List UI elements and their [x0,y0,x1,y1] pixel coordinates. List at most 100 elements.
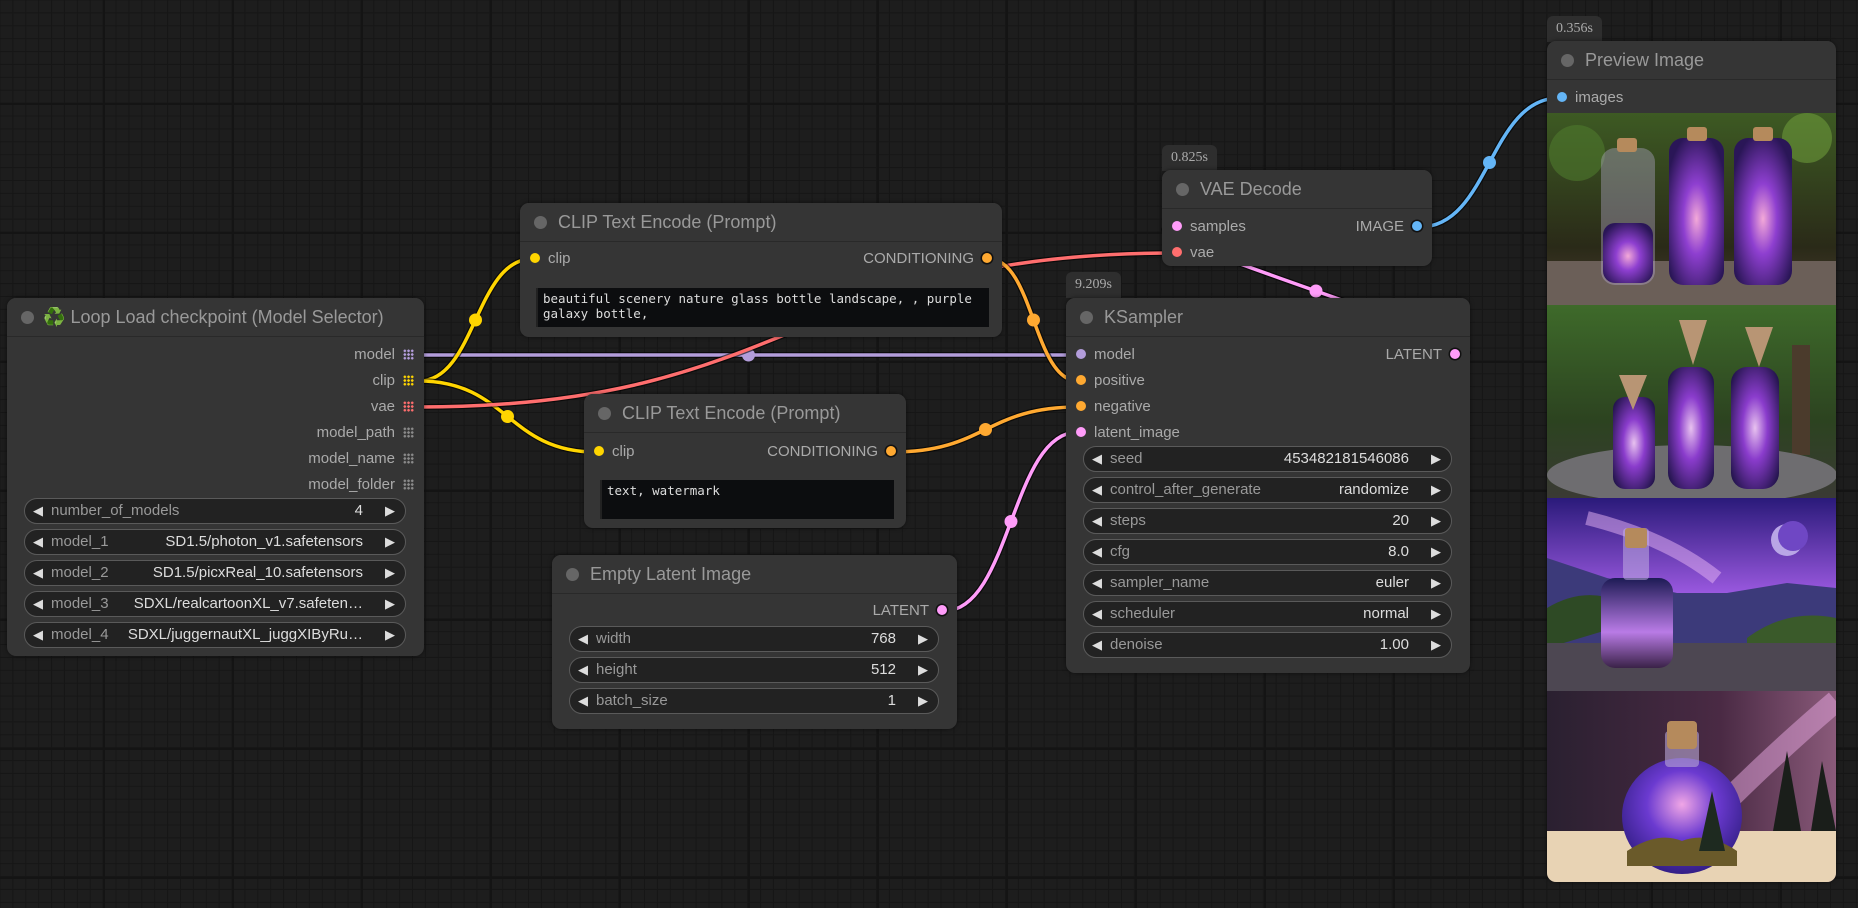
collapse-dot-icon[interactable] [1176,183,1189,196]
link-midpoint-handle[interactable] [469,313,482,327]
link-midpoint-handle[interactable] [1027,313,1040,327]
node-loop-load-checkpoint[interactable]: ♻️ Loop Load checkpoint (Model Selector)… [7,298,424,656]
output-slot-clip[interactable]: clip [372,371,414,391]
widget-number-of-models[interactable]: ◀ number_of_models 4 ▶ [24,498,406,524]
widget-width[interactable]: ◀ width 768 ▶ [569,626,939,652]
decrement-arrow-icon[interactable]: ◀ [1092,633,1102,657]
collapse-dot-icon[interactable] [566,568,579,581]
collapse-dot-icon[interactable] [1561,54,1574,67]
latent-socket-icon[interactable] [1450,349,1460,360]
output-slot-model[interactable]: model [354,345,414,365]
model-socket-icon[interactable] [1076,349,1086,360]
prompt-textarea[interactable]: beautiful scenery nature glass bottle la… [536,288,989,327]
decrement-arrow-icon[interactable]: ◀ [33,592,43,616]
node-title-bar[interactable]: Empty Latent Image [552,555,957,594]
clip-socket-icon[interactable] [530,253,540,264]
node-title-bar[interactable]: Preview Image [1547,41,1836,80]
link-midpoint-handle[interactable] [979,423,992,436]
clip-socket-icon[interactable] [594,446,604,457]
widget-model-4[interactable]: ◀ model_4 SDXL/juggernautXL_juggXIByRu… ▶ [24,622,406,648]
link-midpoint-handle[interactable] [500,409,514,423]
conditioning-socket-icon[interactable] [886,446,896,457]
input-slot-images[interactable]: images [1557,88,1623,108]
decrement-arrow-icon[interactable]: ◀ [1092,540,1102,564]
increment-arrow-icon[interactable]: ▶ [918,627,928,651]
node-clip-text-encode-negative[interactable]: CLIP Text Encode (Prompt) clip CONDITION… [584,394,906,528]
decrement-arrow-icon[interactable]: ◀ [578,658,588,682]
preview-image-2[interactable] [1547,305,1836,498]
link-latent-empty[interactable] [943,429,1079,614]
input-slot-latent-image[interactable]: latent_image [1076,423,1180,443]
widget-model-2[interactable]: ◀ model_2 SD1.5/picxReal_10.safetensors ▶ [24,560,406,586]
input-slot-positive[interactable]: positive [1076,371,1145,391]
latent-image-socket-icon[interactable] [1076,427,1086,438]
preview-image-1[interactable] [1547,113,1836,305]
node-clip-text-encode-positive[interactable]: CLIP Text Encode (Prompt) clip CONDITION… [520,203,1002,337]
output-slot-conditioning[interactable]: CONDITIONING [863,249,992,269]
link-clip-positive[interactable] [418,256,533,384]
output-slot-model-name[interactable]: model_name [308,449,414,469]
node-title-bar[interactable]: CLIP Text Encode (Prompt) [584,394,906,433]
increment-arrow-icon[interactable]: ▶ [918,658,928,682]
grid-socket-icon[interactable] [403,374,414,386]
grid-socket-icon[interactable] [403,478,414,490]
preview-image-3[interactable] [1547,498,1836,691]
grid-socket-icon[interactable] [403,452,414,464]
decrement-arrow-icon[interactable]: ◀ [1092,509,1102,533]
output-slot-image[interactable]: IMAGE [1356,217,1422,237]
node-title-bar[interactable]: CLIP Text Encode (Prompt) [520,203,1002,242]
input-slot-samples[interactable]: samples [1172,217,1246,237]
link-conditioning-positive[interactable] [988,256,1079,384]
prompt-textarea[interactable]: text, watermark [600,480,894,519]
grid-socket-icon[interactable] [403,426,414,438]
latent-socket-icon[interactable] [937,605,947,616]
widget-scheduler[interactable]: ◀ scheduler normal ▶ [1083,601,1452,627]
node-title-bar[interactable]: KSampler [1066,298,1470,337]
negative-socket-icon[interactable] [1076,401,1086,412]
link-midpoint-handle[interactable] [1004,515,1018,528]
decrement-arrow-icon[interactable]: ◀ [33,499,43,523]
collapse-dot-icon[interactable] [1080,311,1093,324]
increment-arrow-icon[interactable]: ▶ [918,689,928,713]
widget-sampler-name[interactable]: ◀ sampler_name euler ▶ [1083,570,1452,596]
output-slot-latent[interactable]: LATENT [1386,345,1460,365]
link-midpoint-handle[interactable] [1309,284,1323,298]
input-slot-model[interactable]: model [1076,345,1135,365]
collapse-dot-icon[interactable] [534,216,547,229]
widget-seed[interactable]: ◀ seed 453482181546086 ▶ [1083,446,1452,472]
collapse-dot-icon[interactable] [598,407,611,420]
widget-height[interactable]: ◀ height 512 ▶ [569,657,939,683]
decrement-arrow-icon[interactable]: ◀ [33,530,43,554]
increment-arrow-icon[interactable]: ▶ [1431,478,1441,502]
increment-arrow-icon[interactable]: ▶ [1431,540,1441,564]
increment-arrow-icon[interactable]: ▶ [385,623,395,647]
decrement-arrow-icon[interactable]: ◀ [1092,478,1102,502]
decrement-arrow-icon[interactable]: ◀ [578,627,588,651]
vae-socket-icon[interactable] [1172,247,1182,258]
widget-denoise[interactable]: ◀ denoise 1.00 ▶ [1083,632,1452,658]
increment-arrow-icon[interactable]: ▶ [1431,571,1441,595]
increment-arrow-icon[interactable]: ▶ [385,561,395,585]
output-slot-model-folder[interactable]: model_folder [308,475,414,495]
widget-model-1[interactable]: ◀ model_1 SD1.5/photon_v1.safetensors ▶ [24,529,406,555]
output-slot-vae[interactable]: vae [371,397,414,417]
widget-cfg[interactable]: ◀ cfg 8.0 ▶ [1083,539,1452,565]
increment-arrow-icon[interactable]: ▶ [1431,633,1441,657]
node-title-bar[interactable]: VAE Decode [1162,170,1432,209]
increment-arrow-icon[interactable]: ▶ [1431,509,1441,533]
link-clip-negative[interactable] [418,378,597,455]
node-preview-image[interactable]: Preview Image images [1547,41,1836,882]
node-vae-decode[interactable]: VAE Decode samples vae IMAGE [1162,170,1432,266]
preview-image-4[interactable] [1547,691,1836,882]
image-socket-icon[interactable] [1557,92,1567,103]
node-title-bar[interactable]: ♻️ Loop Load checkpoint (Model Selector) [7,298,424,337]
widget-batch-size[interactable]: ◀ batch_size 1 ▶ [569,688,939,714]
conditioning-socket-icon[interactable] [982,253,992,264]
collapse-dot-icon[interactable] [21,311,34,324]
increment-arrow-icon[interactable]: ▶ [1431,602,1441,626]
output-slot-conditioning[interactable]: CONDITIONING [767,442,896,462]
input-slot-negative[interactable]: negative [1076,397,1151,417]
increment-arrow-icon[interactable]: ▶ [385,499,395,523]
positive-socket-icon[interactable] [1076,375,1086,386]
node-empty-latent-image[interactable]: Empty Latent Image LATENT ◀ width 768 ▶ ◀ hei… [552,555,957,729]
